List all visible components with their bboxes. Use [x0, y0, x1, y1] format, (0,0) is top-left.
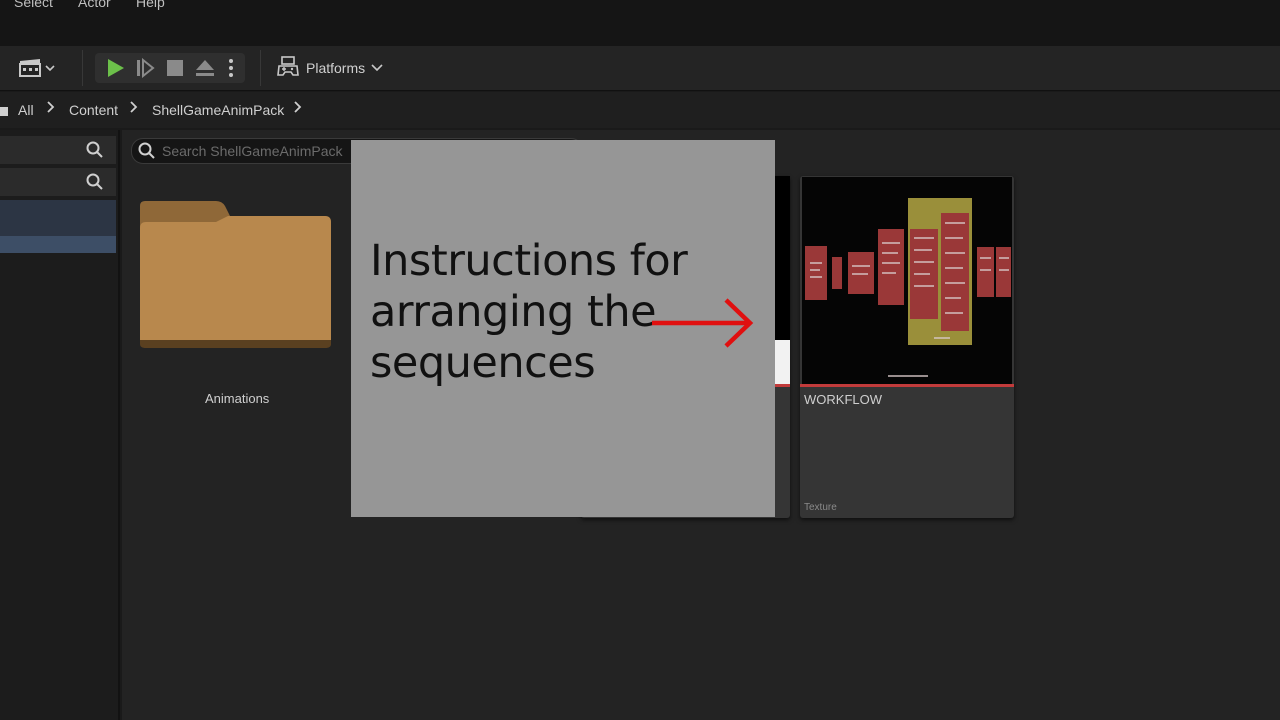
toolbar-separator — [82, 50, 83, 86]
play-icon[interactable] — [103, 57, 127, 79]
search-input[interactable] — [160, 141, 364, 161]
breadcrumb-content[interactable]: Content — [69, 102, 118, 118]
search-icon[interactable] — [86, 173, 104, 196]
eject-icon[interactable] — [193, 57, 217, 79]
folder-tile-animations[interactable]: Animations — [132, 185, 342, 415]
step-icon[interactable] — [133, 57, 157, 79]
cinematics-icon[interactable] — [18, 58, 60, 78]
asset-card-workflow[interactable]: WORKFLOW Texture — [800, 176, 1014, 518]
texture-thumbnail — [802, 177, 1012, 384]
folders-search-row[interactable] — [0, 168, 116, 196]
chevron-right-icon — [129, 100, 139, 117]
menu-actor[interactable]: Actor — [78, 0, 111, 10]
more-icon[interactable] — [223, 57, 239, 79]
toolbar-separator — [260, 50, 261, 86]
folder-label: Animations — [205, 391, 270, 406]
search-icon[interactable] — [86, 141, 104, 164]
asset-type-label: Texture — [804, 502, 837, 513]
asset-type-stripe — [800, 384, 1014, 387]
menu-select[interactable]: Select — [14, 0, 53, 10]
folder-tree-item[interactable] — [0, 200, 116, 236]
chevron-right-icon — [46, 100, 56, 117]
stop-icon[interactable] — [163, 57, 187, 79]
folder-square-icon — [0, 107, 8, 116]
toolbar — [0, 46, 1280, 91]
gamepad-icon — [276, 55, 300, 81]
platforms-label: Platforms — [306, 60, 366, 76]
menu-help[interactable]: Help — [136, 0, 165, 10]
folder-tree-item-selected[interactable] — [0, 236, 116, 253]
play-controls — [95, 53, 245, 83]
folder-icon — [138, 200, 334, 353]
platforms-button[interactable]: Platforms — [276, 53, 383, 83]
breadcrumb: All Content ShellGameAnimPack — [0, 92, 1280, 128]
sources-panel — [0, 130, 120, 720]
chevron-down-icon — [371, 60, 383, 76]
menubar: Select Actor Help — [0, 0, 1280, 46]
breadcrumb-all[interactable]: All — [18, 102, 34, 118]
favorites-search-row[interactable] — [0, 136, 116, 164]
asset-name: WORKFLOW — [804, 392, 882, 407]
breadcrumb-shellgameanimpack[interactable]: ShellGameAnimPack — [152, 102, 284, 118]
chevron-right-icon[interactable] — [293, 100, 303, 117]
red-arrow-icon — [650, 297, 756, 354]
workflow-diagram-thumbnail — [805, 198, 1011, 377]
search-icon — [138, 142, 156, 165]
